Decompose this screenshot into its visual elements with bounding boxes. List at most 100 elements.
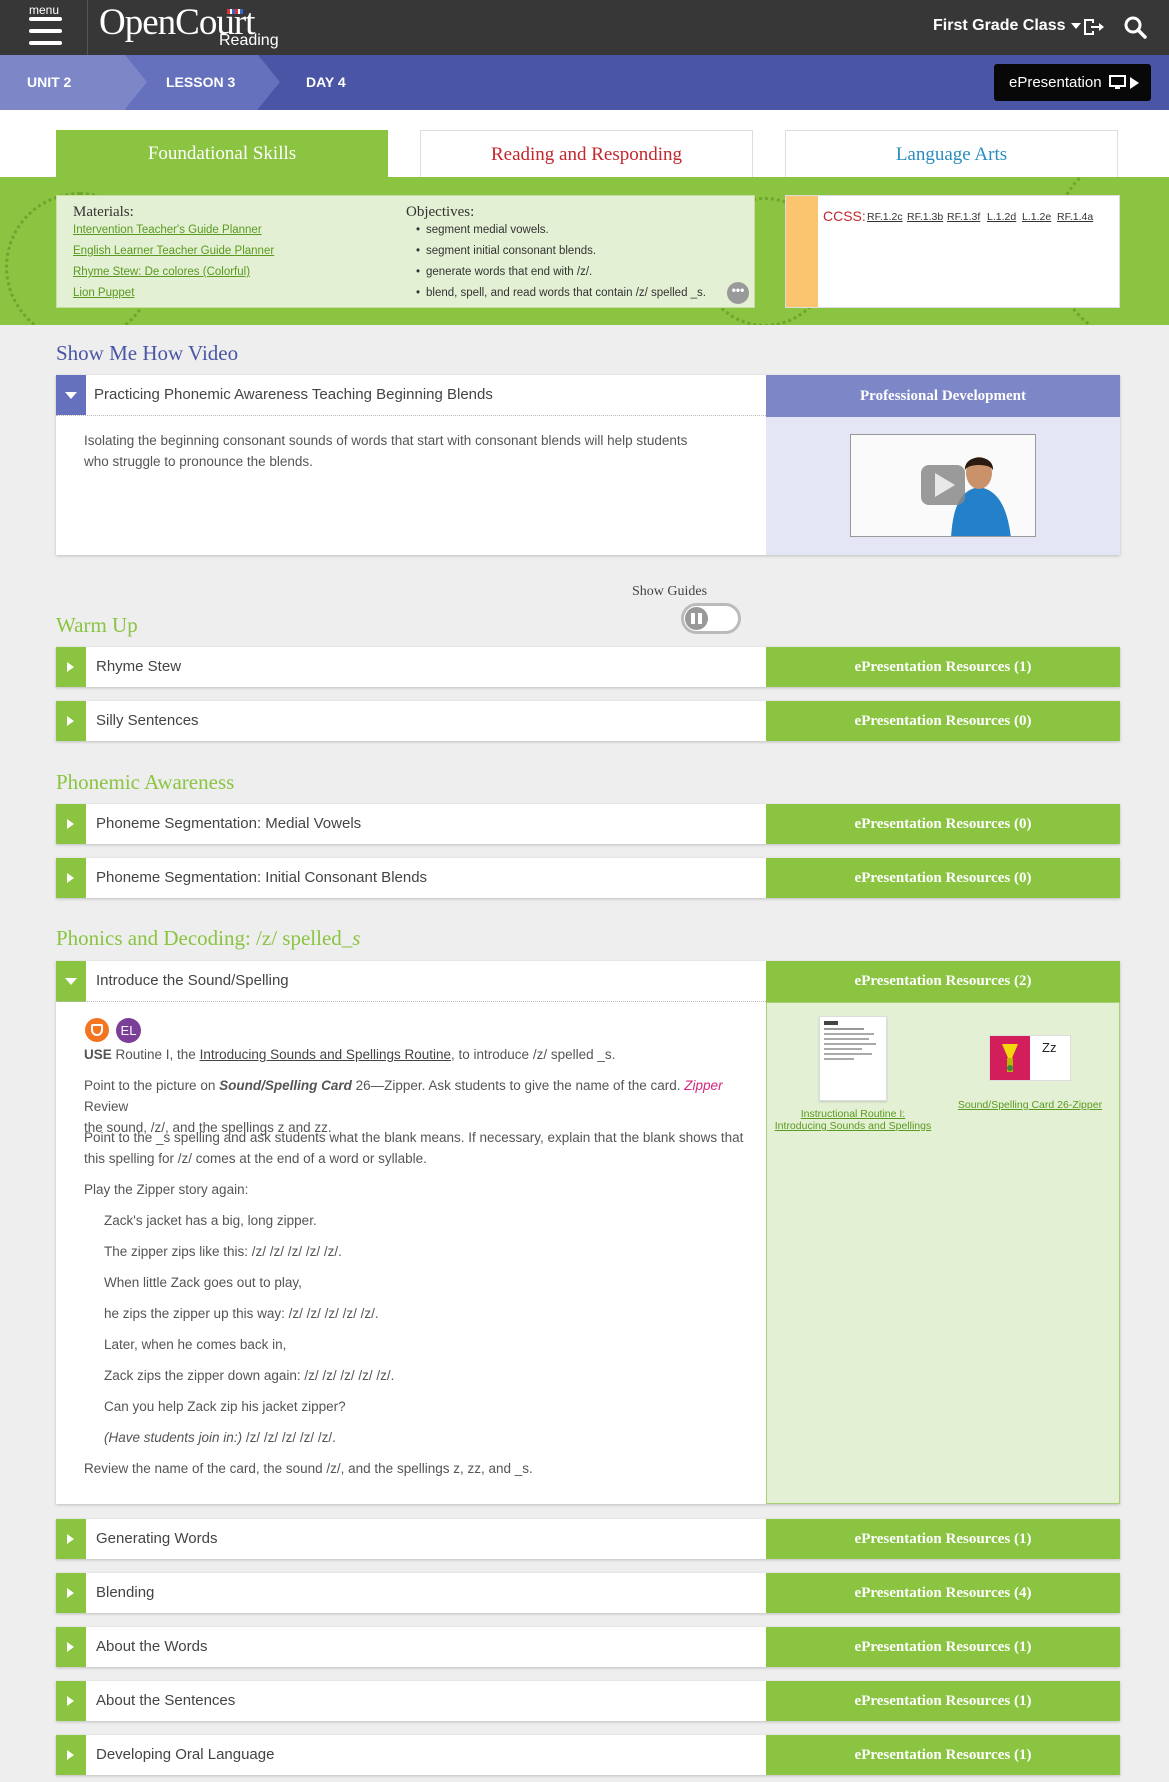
collapse-toggle[interactable] [56, 375, 86, 415]
intervention-icon[interactable] [85, 1018, 109, 1042]
divider [56, 1001, 766, 1002]
material-link[interactable]: English Learner Teacher Guide Planner [73, 245, 274, 257]
expand-arrow-icon[interactable] [56, 1735, 86, 1775]
activity-row[interactable]: Silly Sentences ePresentation Resources … [56, 701, 1120, 741]
el-badge[interactable]: EL [116, 1018, 141, 1043]
link-line: Introducing Sounds and Spellings [774, 1120, 932, 1132]
video-item-title[interactable]: Practicing Phonemic Awareness Teaching B… [94, 375, 493, 415]
epresentation-resources-button[interactable]: ePresentation Resources (1) [766, 1519, 1120, 1559]
material-link[interactable]: Lion Puppet [73, 287, 134, 299]
epresentation-resources-button[interactable]: ePresentation Resources (4) [766, 1573, 1120, 1613]
chevron-down-icon [65, 392, 77, 399]
sound-card-thumbnail[interactable]: Zz [989, 1035, 1071, 1081]
chevron-down-icon [65, 978, 77, 985]
poem-line: Zack's jacket has a big, long zipper. [104, 1213, 317, 1228]
more-icon[interactable]: ••• [727, 282, 749, 304]
search-icon[interactable] [1123, 15, 1147, 39]
activity-row[interactable]: About the Sentences ePresentation Resour… [56, 1681, 1120, 1721]
document-preview-icon [824, 1021, 876, 1060]
expand-arrow-icon[interactable] [56, 1627, 86, 1667]
activity-label[interactable]: About the Sentences [96, 1681, 235, 1721]
card-letters: Zz [1042, 1040, 1057, 1055]
video-thumbnail[interactable] [850, 434, 1036, 537]
routine-thumbnail[interactable] [819, 1016, 887, 1101]
activity-label[interactable]: About the Words [96, 1627, 207, 1667]
logo-sub-text: Reading [219, 32, 279, 49]
collapse-toggle[interactable] [56, 961, 86, 1002]
expand-arrow-icon[interactable] [56, 701, 86, 741]
presenter-image [851, 435, 1035, 536]
breadcrumb-unit[interactable]: UNIT 2 [0, 55, 125, 110]
flag-icon [227, 9, 243, 14]
epresentation-resources-button[interactable]: ePresentation Resources (1) [766, 1627, 1120, 1667]
activity-label[interactable]: Generating Words [96, 1519, 217, 1559]
ccss-label: CCSS: [823, 208, 866, 224]
expand-arrow-icon[interactable] [56, 647, 86, 687]
routine-resource-link[interactable]: Instructional Routine I: Introducing Soun… [773, 1108, 933, 1132]
activity-label[interactable]: Phoneme Segmentation: Medial Vowels [96, 804, 361, 844]
epresentation-resources-button[interactable]: ePresentation Resources (1) [766, 647, 1120, 687]
material-link[interactable]: Rhyme Stew: De colores (Colorful) [73, 266, 250, 278]
epresentation-resources-button[interactable]: ePresentation Resources (0) [766, 804, 1120, 844]
instruction-paragraph: Play the Zipper story again: [84, 1182, 249, 1197]
caret-down-icon [1070, 22, 1081, 29]
ccss-standard-link[interactable]: RF.1.3b [907, 211, 943, 223]
instruction-paragraph: Point to the _s spelling and ask student… [84, 1127, 744, 1169]
activity-label[interactable]: Blending [96, 1573, 154, 1613]
activity-row[interactable]: Phoneme Segmentation: Initial Consonant … [56, 858, 1120, 898]
ccss-standard-link[interactable]: L.1.2e [1022, 211, 1051, 223]
sign-out-icon[interactable] [1081, 15, 1105, 39]
epresentation-button[interactable]: ePresentation [994, 64, 1151, 101]
poem-line: Later, when he comes back in, [104, 1337, 287, 1352]
expand-arrow-icon[interactable] [56, 1519, 86, 1559]
ccss-standard-link[interactable]: RF.1.3f [947, 211, 980, 223]
activity-label[interactable]: Developing Oral Language [96, 1735, 274, 1775]
activity-row[interactable]: Rhyme Stew ePresentation Resources (1) [56, 647, 1120, 687]
sound-card-resource-link[interactable]: Sound/Spelling Card 26-Zipper [950, 1099, 1110, 1111]
ccss-standard-link[interactable]: L.1.2d [987, 211, 1016, 223]
poem-line: he zips the zipper up this way: /z/ /z/ … [104, 1306, 379, 1321]
activity-row[interactable]: About the Words ePresentation Resources … [56, 1627, 1120, 1667]
activity-label[interactable]: Phoneme Segmentation: Initial Consonant … [96, 858, 427, 898]
menu-button[interactable]: menu [0, 0, 88, 55]
text-span: Routine I, the [111, 1047, 200, 1062]
epresentation-resources-button[interactable]: ePresentation Resources (1) [766, 1681, 1120, 1721]
class-selector[interactable]: First Grade Class [933, 17, 1081, 35]
activity-row[interactable]: Generating Words ePresentation Resources… [56, 1519, 1120, 1559]
epresentation-resources-button[interactable]: ePresentation Resources (1) [766, 1735, 1120, 1775]
section-title-text: Phonics and Decoding: /z/ spelled [56, 926, 342, 950]
show-guides-toggle[interactable] [681, 603, 741, 634]
tab-foundational-skills[interactable]: Foundational Skills [56, 130, 388, 177]
activity-label[interactable]: Introduce the Sound/Spelling [96, 961, 289, 1001]
objectives-heading: Objectives: [406, 204, 475, 220]
video-panel: Practicing Phonemic Awareness Teaching B… [56, 375, 1120, 555]
card-name: Sound/Spelling Card [219, 1078, 352, 1093]
text-span: Review [84, 1099, 129, 1114]
activity-label[interactable]: Silly Sentences [96, 701, 199, 741]
epresentation-resources-button[interactable]: ePresentation Resources (2) [766, 961, 1120, 1002]
expand-arrow-icon[interactable] [56, 804, 86, 844]
divider [56, 415, 766, 416]
expand-arrow-icon[interactable] [56, 1681, 86, 1721]
use-keyword: USE [84, 1047, 112, 1062]
text-span: this spelling for /z/ comes at the end o… [84, 1151, 427, 1166]
app-logo[interactable]: OpenCourt Reading [99, 2, 279, 52]
activity-row[interactable]: Phoneme Segmentation: Medial Vowels ePre… [56, 804, 1120, 844]
routine-link[interactable]: Introducing Sounds and Spellings Routine [200, 1047, 451, 1062]
ccss-standard-link[interactable]: RF.1.2c [867, 211, 903, 223]
zipper-word: Zipper [684, 1078, 723, 1093]
activity-row[interactable]: Blending ePresentation Resources (4) [56, 1573, 1120, 1613]
tab-language-arts[interactable]: Language Arts [785, 130, 1118, 177]
poem-line: When little Zack goes out to play, [104, 1275, 302, 1290]
text-span: Point to the picture on [84, 1078, 220, 1093]
tab-reading-and-responding[interactable]: Reading and Responding [420, 130, 753, 177]
instruction-paragraph: Review the name of the card, the sound /… [84, 1461, 533, 1476]
activity-row[interactable]: Developing Oral Language ePresentation R… [56, 1735, 1120, 1775]
epresentation-resources-button[interactable]: ePresentation Resources (0) [766, 858, 1120, 898]
material-link[interactable]: Intervention Teacher's Guide Planner [73, 224, 262, 236]
epresentation-resources-button[interactable]: ePresentation Resources (0) [766, 701, 1120, 741]
activity-label[interactable]: Rhyme Stew [96, 647, 181, 687]
ccss-standard-link[interactable]: RF.1.4a [1057, 211, 1093, 223]
expand-arrow-icon[interactable] [56, 1573, 86, 1613]
expand-arrow-icon[interactable] [56, 858, 86, 898]
